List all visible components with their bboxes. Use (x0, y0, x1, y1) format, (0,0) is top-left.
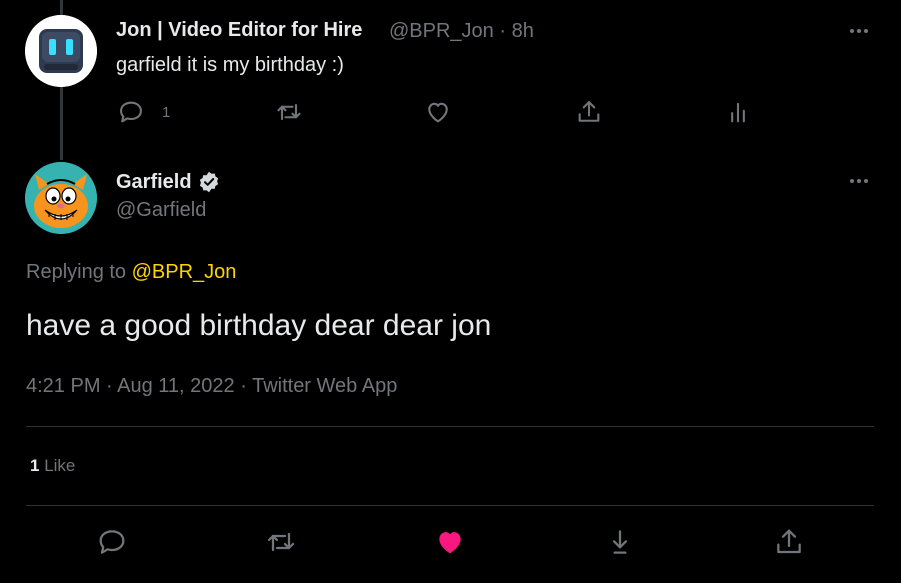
heart-icon-liked[interactable] (434, 526, 466, 558)
heart-icon[interactable] (424, 98, 452, 126)
robot-avatar-image (25, 15, 97, 87)
replying-mention-link[interactable]: @BPR_Jon (132, 261, 237, 283)
divider (26, 426, 874, 427)
like-label: Like (39, 456, 76, 475)
retweet-icon[interactable] (275, 98, 303, 126)
parent-tweet-text: garfield it is my birthday :) (116, 54, 344, 76)
replying-prefix: Replying to (26, 261, 132, 283)
garfield-avatar-image (25, 162, 97, 234)
bookmark-icon[interactable] (604, 526, 636, 558)
avatar-garfield[interactable] (25, 162, 97, 234)
verified-badge-icon (197, 170, 221, 194)
reply-icon[interactable] (96, 526, 128, 558)
parent-handle-time[interactable]: @BPR_Jon · 8h (389, 20, 534, 43)
divider (26, 505, 874, 506)
author-name-row[interactable]: Garfield (116, 169, 221, 195)
parent-display-name[interactable]: Jon | Video Editor for Hire (116, 19, 362, 42)
author-display-name[interactable]: Garfield (116, 171, 192, 194)
more-icon[interactable] (847, 24, 871, 38)
replying-to: Replying to @BPR_Jon (26, 261, 236, 284)
likes-summary[interactable]: 1 Like (30, 456, 75, 476)
reply-icon[interactable] (117, 98, 145, 126)
share-icon[interactable] (575, 98, 603, 126)
author-handle[interactable]: @Garfield (116, 199, 206, 222)
share-icon[interactable] (773, 526, 805, 558)
more-icon-main[interactable] (847, 174, 871, 188)
reply-count: 1 (162, 104, 171, 121)
retweet-icon[interactable] (265, 526, 297, 558)
tweet-meta[interactable]: 4:21 PM · Aug 11, 2022 · Twitter Web App (26, 375, 397, 398)
analytics-icon[interactable] (724, 98, 752, 126)
tweet-text: have a good birthday dear dear jon (26, 309, 492, 342)
avatar-jon[interactable] (25, 15, 97, 87)
